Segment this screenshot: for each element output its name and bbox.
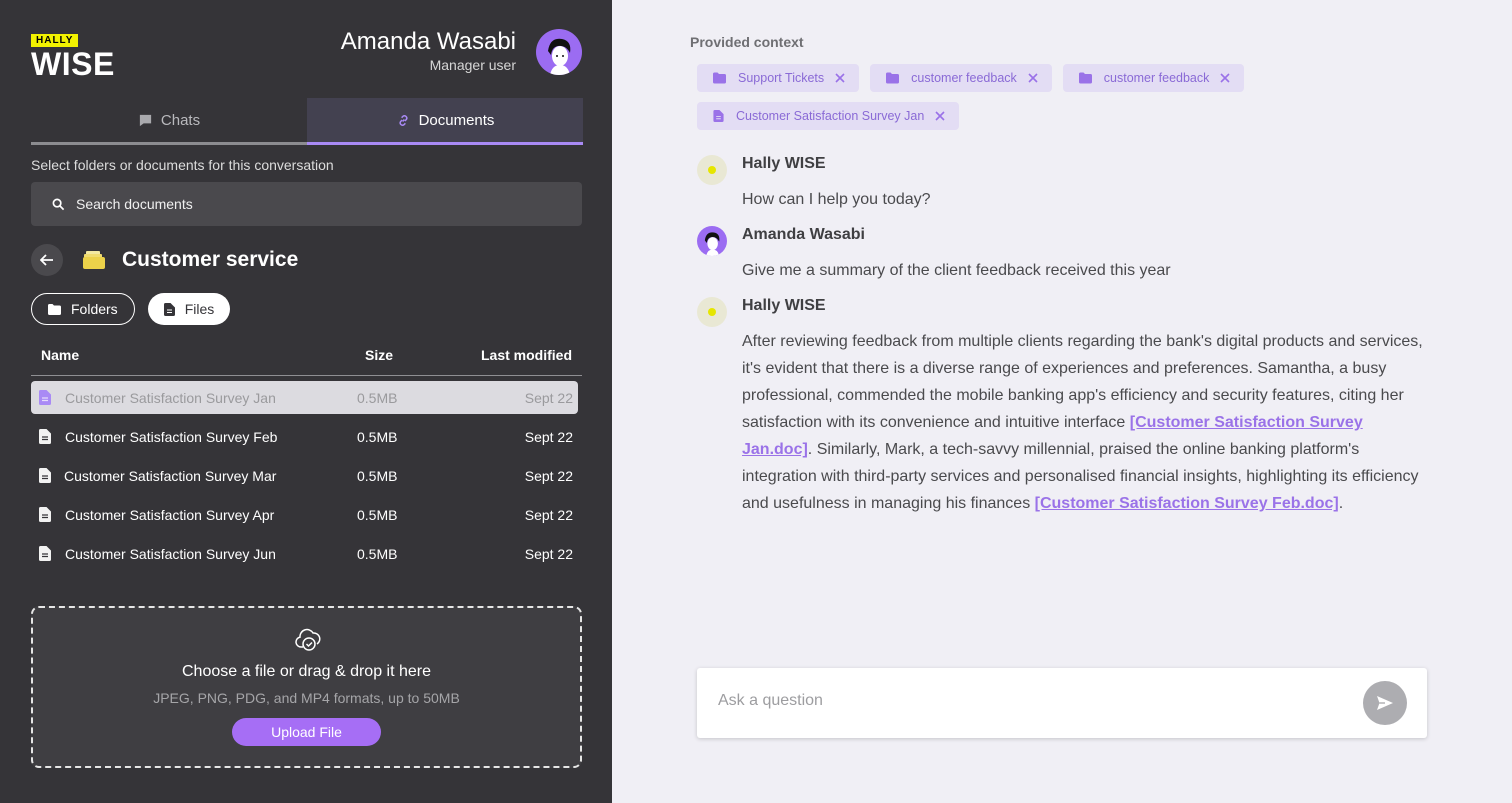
tab-documents-label: Documents: [418, 111, 495, 129]
folder-header: Customer service: [31, 244, 298, 276]
context-chip-label: Customer Satisfaction Survey Jan: [736, 109, 925, 123]
file-icon: [39, 507, 51, 522]
folder-icon: [48, 303, 61, 315]
chat-panel: Provided context Support Tickets custome…: [612, 0, 1512, 803]
documents-hint: Select folders or documents for this con…: [31, 157, 334, 173]
folder-icon: [713, 72, 726, 84]
user-info: Amanda Wasabi Manager user: [341, 28, 516, 73]
table-row[interactable]: Customer Satisfaction Survey Feb 0.5MB S…: [31, 420, 578, 453]
context-chips: Support Tickets customer feedback custom…: [697, 64, 1257, 130]
context-chip-label: customer feedback: [1103, 71, 1210, 85]
table-row[interactable]: Customer Satisfaction Survey Jun 0.5MB S…: [31, 537, 578, 570]
file-size: 0.5MB: [357, 429, 398, 445]
filter-folders-label: Folders: [71, 301, 118, 317]
context-chip[interactable]: Support Tickets: [697, 64, 860, 92]
logo-text: WISE: [31, 46, 115, 82]
upload-dropzone[interactable]: Choose a file or drag & drop it here JPE…: [31, 606, 582, 768]
context-chip[interactable]: customer feedback: [1062, 64, 1245, 92]
link-icon: [399, 114, 408, 126]
file-name: Customer Satisfaction Survey Apr: [65, 507, 275, 523]
files-table-header: Name Size Last modified: [31, 338, 582, 376]
column-last-modified[interactable]: Last modified: [481, 347, 572, 363]
filter-files-label: Files: [184, 301, 215, 317]
tab-chats-label: Chats: [160, 111, 201, 129]
chat-icon: [139, 114, 152, 126]
close-icon[interactable]: [834, 72, 846, 84]
context-label: Provided context: [690, 34, 804, 50]
filter-pills: Folders Files: [31, 293, 231, 325]
message-author: Hally WISE: [742, 297, 826, 314]
message-text: Give me a summary of the client feedback…: [742, 262, 1171, 279]
file-icon: [39, 390, 51, 405]
user-avatar[interactable]: [536, 29, 582, 75]
message-author: Amanda Wasabi: [742, 226, 865, 243]
app-logo[interactable]: HALLY WISE: [31, 30, 115, 82]
close-icon[interactable]: [1219, 72, 1231, 84]
file-name: Customer Satisfaction Survey Mar: [64, 468, 277, 484]
question-input[interactable]: [718, 692, 1338, 710]
files-table: Customer Satisfaction Survey Jan 0.5MB S…: [31, 381, 578, 576]
context-chip-label: Support Tickets: [738, 71, 825, 85]
file-size: 0.5MB: [357, 390, 398, 406]
sidebar-tabs: Chats Documents: [31, 98, 583, 145]
folder-icon: [886, 72, 900, 84]
tab-chats[interactable]: Chats: [31, 98, 307, 145]
upload-file-button[interactable]: Upload File: [232, 718, 381, 746]
cloud-upload-icon: [295, 628, 321, 651]
file-name: Customer Satisfaction Survey Jun: [65, 546, 276, 562]
file-size: 0.5MB: [357, 546, 398, 562]
user-role: Manager user: [429, 57, 516, 73]
search-input[interactable]: [76, 196, 556, 212]
column-name[interactable]: Name: [41, 347, 79, 363]
table-row[interactable]: Customer Satisfaction Survey Jan 0.5MB S…: [31, 381, 578, 414]
file-modified: Sept 22: [524, 390, 573, 406]
context-chip-label: customer feedback: [911, 71, 1017, 85]
context-chip[interactable]: Customer Satisfaction Survey Jan: [697, 102, 960, 130]
bot-avatar: [697, 155, 727, 185]
file-icon: [39, 468, 51, 483]
file-icon: [713, 110, 724, 122]
file-modified: Sept 22: [524, 546, 573, 562]
filter-files-button[interactable]: Files: [147, 293, 231, 325]
message-text: How can I help you today?: [742, 191, 931, 208]
file-name: Customer Satisfaction Survey Jan: [65, 390, 276, 406]
table-row[interactable]: Customer Satisfaction Survey Mar 0.5MB S…: [31, 459, 578, 492]
sidebar: HALLY WISE Amanda Wasabi Manager user Ch…: [0, 0, 612, 803]
file-size: 0.5MB: [357, 468, 398, 484]
source-link[interactable]: [Customer Satisfaction Survey Feb.doc]: [1035, 495, 1339, 512]
folder-icon: [1078, 72, 1092, 84]
file-name: Customer Satisfaction Survey Feb: [65, 429, 278, 445]
user-name: Amanda Wasabi: [340, 28, 516, 55]
tab-documents[interactable]: Documents: [307, 98, 583, 145]
filter-folders-button[interactable]: Folders: [31, 293, 135, 325]
folder-title: Customer service: [122, 248, 299, 271]
send-icon: [1377, 696, 1393, 710]
file-size: 0.5MB: [357, 507, 398, 523]
message-author: Hally WISE: [742, 155, 826, 172]
folder-stack-icon: [83, 251, 105, 269]
send-button[interactable]: [1363, 681, 1407, 725]
file-modified: Sept 22: [524, 468, 573, 484]
upload-formats: JPEG, PNG, PDG, and MP4 formats, up to 5…: [153, 690, 460, 706]
column-size[interactable]: Size: [365, 347, 393, 363]
file-icon: [39, 546, 51, 561]
context-chip[interactable]: customer feedback: [870, 64, 1052, 92]
close-icon[interactable]: [1027, 72, 1039, 84]
table-row[interactable]: Customer Satisfaction Survey Apr 0.5MB S…: [31, 498, 578, 531]
question-composer: [697, 668, 1427, 738]
close-icon[interactable]: [934, 110, 946, 122]
file-icon: [163, 302, 175, 316]
message-text: After reviewing feedback from multiple c…: [742, 328, 1432, 517]
file-modified: Sept 22: [524, 429, 573, 445]
file-modified: Sept 22: [524, 507, 573, 523]
message-text-part: .: [1338, 495, 1344, 512]
user-avatar-small: [697, 226, 727, 256]
arrow-left-icon: [40, 254, 53, 266]
search-icon: [52, 198, 65, 210]
upload-title: Choose a file or drag & drop it here: [181, 663, 432, 680]
back-button[interactable]: [31, 244, 63, 276]
document-search[interactable]: [31, 182, 582, 226]
file-icon: [39, 429, 51, 444]
bot-avatar: [697, 297, 727, 327]
